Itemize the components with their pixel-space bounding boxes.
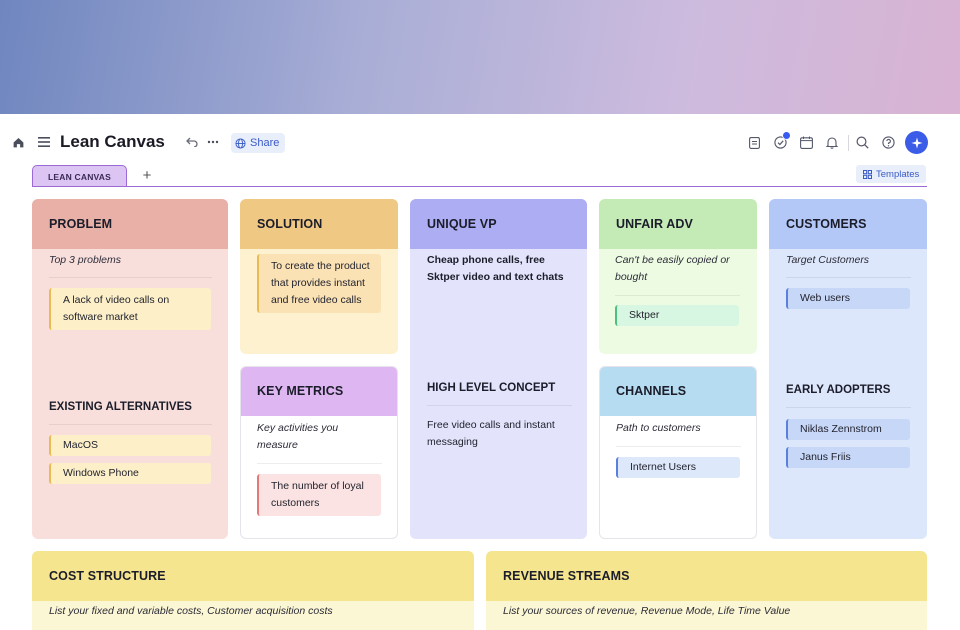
early-adopters-title: EARLY ADOPTERS bbox=[786, 384, 891, 396]
divider bbox=[257, 463, 382, 464]
page-title[interactable]: Lean Canvas bbox=[60, 132, 165, 152]
cost-structure-title: COST STRUCTURE bbox=[32, 551, 474, 601]
templates-button[interactable]: Templates bbox=[856, 165, 927, 183]
sticky-note[interactable]: Web users bbox=[786, 288, 910, 309]
divider bbox=[49, 424, 212, 425]
unique-vp-text[interactable]: Cheap phone calls, free Sktper video and… bbox=[427, 252, 577, 286]
sticky-note[interactable]: Sktper bbox=[615, 305, 739, 326]
menu-icon[interactable] bbox=[34, 132, 54, 152]
unique-vp-title: UNIQUE VP bbox=[410, 199, 587, 249]
bell-icon[interactable] bbox=[822, 132, 842, 152]
sticky-note[interactable]: Janus Friis bbox=[786, 447, 910, 468]
home-icon[interactable] bbox=[8, 132, 28, 152]
grid-icon bbox=[863, 169, 872, 179]
revenue-streams-title: REVENUE STREAMS bbox=[486, 551, 927, 601]
ai-sparkle-icon bbox=[911, 137, 923, 149]
divider bbox=[616, 446, 741, 447]
divider bbox=[427, 405, 572, 406]
solution-card: SOLUTION To create the product that prov… bbox=[240, 199, 398, 354]
sticky-note[interactable]: Windows Phone bbox=[49, 463, 211, 484]
problem-title: PROBLEM bbox=[32, 199, 228, 249]
tab-underline bbox=[32, 186, 927, 187]
divider bbox=[49, 277, 212, 278]
ai-assistant-button[interactable] bbox=[905, 131, 928, 154]
calendar-icon[interactable] bbox=[796, 132, 816, 152]
sticky-note[interactable]: The number of loyal customers bbox=[257, 474, 381, 516]
divider bbox=[786, 277, 911, 278]
channels-card: CHANNELS Path to customers Internet User… bbox=[599, 366, 757, 539]
channels-subtitle: Path to customers bbox=[616, 422, 701, 434]
more-icon[interactable] bbox=[203, 132, 223, 152]
customers-subtitle: Target Customers bbox=[786, 254, 870, 266]
notification-dot bbox=[782, 131, 791, 140]
sticky-note[interactable]: Internet Users bbox=[616, 457, 740, 478]
sticky-note[interactable]: MacOS bbox=[49, 435, 211, 456]
high-level-concept-text[interactable]: Free video calls and instant messaging bbox=[427, 417, 572, 451]
cost-structure-subtitle: List your fixed and variable costs, Cust… bbox=[49, 605, 333, 617]
add-tab-button[interactable]: + bbox=[140, 167, 154, 184]
key-metrics-title: KEY METRICS bbox=[241, 367, 397, 416]
divider bbox=[786, 407, 911, 408]
share-button[interactable]: Share bbox=[231, 133, 286, 153]
cost-structure-card: COST STRUCTURE List your fixed and varia… bbox=[32, 551, 474, 630]
key-metrics-subtitle: Key activities you measure bbox=[257, 422, 339, 451]
unfair-advantage-title: UNFAIR ADV bbox=[599, 199, 757, 249]
app-window: Lean Canvas Share LEAN CANVAS + Template… bbox=[0, 114, 960, 630]
customers-title: CUSTOMERS bbox=[769, 199, 927, 249]
sticky-note[interactable]: Niklas Zennstrom bbox=[786, 419, 910, 440]
help-icon[interactable] bbox=[878, 132, 898, 152]
high-level-concept-title: HIGH LEVEL CONCEPT bbox=[427, 382, 556, 394]
globe-icon bbox=[235, 137, 246, 149]
divider bbox=[615, 295, 740, 296]
sticky-note[interactable]: A lack of video calls on software market bbox=[49, 288, 211, 330]
solution-title: SOLUTION bbox=[240, 199, 398, 249]
channels-title: CHANNELS bbox=[600, 367, 756, 416]
existing-alternatives-title: EXISTING ALTERNATIVES bbox=[49, 401, 192, 413]
clipboard-icon[interactable] bbox=[744, 132, 764, 152]
revenue-streams-card: REVENUE STREAMS List your sources of rev… bbox=[486, 551, 927, 630]
customers-card: CUSTOMERS Target Customers Web users EAR… bbox=[769, 199, 927, 539]
search-icon[interactable] bbox=[852, 132, 872, 152]
problem-card: PROBLEM Top 3 problems A lack of video c… bbox=[32, 199, 228, 539]
top-toolbar: Lean Canvas Share bbox=[0, 114, 960, 166]
templates-label: Templates bbox=[876, 168, 920, 180]
unique-vp-card: UNIQUE VP Cheap phone calls, free Sktper… bbox=[410, 199, 587, 539]
undo-icon[interactable] bbox=[182, 132, 202, 152]
revenue-streams-subtitle: List your sources of revenue, Revenue Mo… bbox=[503, 605, 791, 617]
sticky-note[interactable]: To create the product that provides inst… bbox=[257, 254, 381, 313]
problem-subtitle: Top 3 problems bbox=[49, 254, 121, 266]
tab-lean-canvas[interactable]: LEAN CANVAS bbox=[32, 165, 127, 187]
unfair-advantage-subtitle: Can't be easily copied or bought bbox=[615, 254, 730, 283]
key-metrics-card: KEY METRICS Key activities you measure T… bbox=[240, 366, 398, 539]
unfair-advantage-card: UNFAIR ADV Can't be easily copied or bou… bbox=[599, 199, 757, 354]
share-label: Share bbox=[250, 137, 280, 149]
toolbar-divider bbox=[848, 135, 849, 151]
